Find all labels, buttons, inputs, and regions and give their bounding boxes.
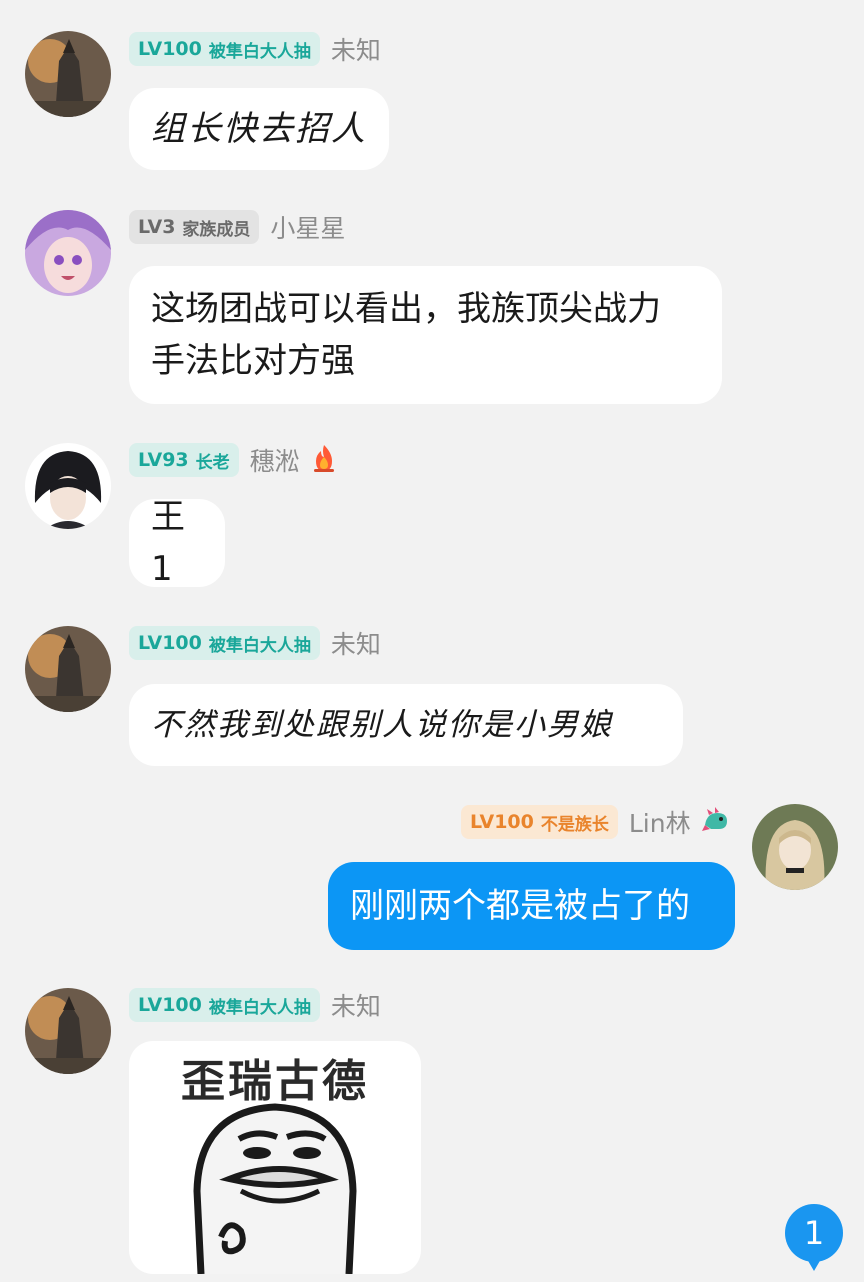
message-text: 不然我到处跟别人说你是小男娘 <box>151 707 613 743</box>
message-bubble[interactable]: 这场团战可以看出，我族顶尖战力 手法比对方强 <box>129 266 722 404</box>
message-text: 王1 <box>151 497 185 589</box>
unread-count-badge[interactable]: 1 <box>785 1204 843 1271</box>
message-text: 刚刚两个都是被占了的 <box>350 886 690 926</box>
level-badge: LV93 长老 <box>129 443 239 477</box>
level-badge: LV100 不是族长 <box>461 805 618 839</box>
message-bubble[interactable]: 王1 <box>129 497 225 589</box>
sender-name[interactable]: 穗淞 <box>250 442 300 478</box>
sender-meta: LV100 被隼白大人抽 未知 <box>129 624 381 662</box>
sender-meta: LV3 家族成员 小星星 <box>129 208 345 246</box>
sticker-image[interactable]: 歪瑞古德 <box>129 1041 421 1274</box>
message-bubble[interactable]: 组长快去招人 <box>129 88 389 170</box>
message-text: 组长快去招人 <box>151 109 367 149</box>
avatar-xiaoxingxing[interactable] <box>25 210 111 296</box>
avatar-unknown[interactable] <box>25 626 111 712</box>
sender-name[interactable]: Lin林 <box>629 804 691 840</box>
sender-meta: LV100 被隼白大人抽 未知 <box>129 30 381 68</box>
sender-meta: LV100 不是族长 Lin林 <box>461 803 731 841</box>
level-badge: LV100 被隼白大人抽 <box>129 626 320 660</box>
avatar-suisong[interactable] <box>25 443 111 529</box>
message-bubble-self[interactable]: 刚刚两个都是被占了的 <box>328 862 735 950</box>
level-badge: LV100 被隼白大人抽 <box>129 32 320 66</box>
message-text-line: 这场团战可以看出，我族顶尖战力 <box>151 289 661 329</box>
avatar-unknown[interactable] <box>25 31 111 117</box>
dragon-icon <box>701 805 731 839</box>
sender-name[interactable]: 未知 <box>331 625 381 661</box>
level-badge: LV100 被隼白大人抽 <box>129 988 320 1022</box>
avatar-self[interactable] <box>752 804 838 890</box>
sticker-face <box>193 1103 357 1274</box>
unread-count: 1 <box>803 1214 825 1252</box>
sender-meta: LV100 被隼白大人抽 未知 <box>129 986 381 1024</box>
avatar-unknown[interactable] <box>25 988 111 1074</box>
sender-name[interactable]: 小星星 <box>270 209 345 245</box>
level-badge: LV3 家族成员 <box>129 210 260 244</box>
sender-name[interactable]: 未知 <box>331 987 381 1023</box>
sender-meta: LV93 长老 穗淞 <box>129 441 338 479</box>
message-bubble[interactable]: 不然我到处跟别人说你是小男娘 <box>129 684 683 766</box>
sender-name[interactable]: 未知 <box>331 31 381 67</box>
fire-icon <box>310 443 338 477</box>
message-text-line: 手法比对方强 <box>151 341 355 381</box>
